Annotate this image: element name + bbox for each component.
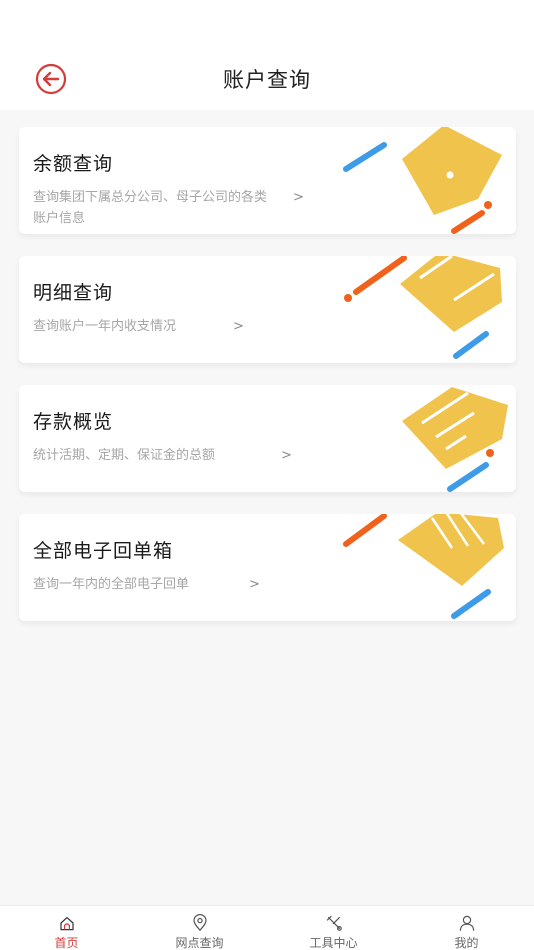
card-title: 全部电子回单箱 xyxy=(33,540,174,562)
user-icon xyxy=(459,915,474,931)
header: 账户查询 xyxy=(0,0,534,110)
tab-label: 网点查询 xyxy=(175,936,224,950)
tools-icon xyxy=(326,915,342,931)
card-list: 余额查询 查询集团下属总分公司、母子公司的各类账户信息 > 明细查询 查询账户一… xyxy=(0,110,534,905)
chevron-right-icon: > xyxy=(281,448,292,463)
tab-location[interactable]: 网点查询 xyxy=(133,906,266,950)
location-icon xyxy=(192,914,207,932)
chevron-right-icon: > xyxy=(293,190,304,205)
document-illustration-icon xyxy=(344,256,502,359)
chevron-right-icon: > xyxy=(249,577,260,592)
card-title: 余额查询 xyxy=(33,153,114,175)
bottom-tab-bar: 首页 网点查询 工具中心 我的 xyxy=(0,905,534,950)
receipt-box-illustration-icon xyxy=(343,514,504,619)
e-receipt-box-card[interactable]: 全部电子回单箱 查询一年内的全部电子回单 > xyxy=(19,514,516,621)
card-description: 查询集团下属总分公司、母子公司的各类账户信息 xyxy=(33,190,268,226)
card-description: 统计活期、定期、保证金的总额 xyxy=(33,448,216,463)
page-title: 账户查询 xyxy=(223,68,311,92)
tab-label: 首页 xyxy=(54,936,79,950)
card-title: 存款概览 xyxy=(33,411,114,433)
tab-home[interactable]: 首页 xyxy=(0,906,133,950)
deposit-overview-card[interactable]: 存款概览 统计活期、定期、保证金的总额 > xyxy=(19,385,516,492)
card-illustration-icon xyxy=(402,387,508,492)
tab-profile[interactable]: 我的 xyxy=(400,906,533,950)
tab-tools[interactable]: 工具中心 xyxy=(267,906,400,950)
detail-query-card[interactable]: 明细查询 查询账户一年内收支情况 > xyxy=(19,256,516,363)
balance-query-card[interactable]: 余额查询 查询集团下属总分公司、母子公司的各类账户信息 > xyxy=(19,127,516,234)
card-description: 查询一年内的全部电子回单 xyxy=(33,577,190,592)
tab-label: 我的 xyxy=(454,936,479,950)
card-title: 明细查询 xyxy=(33,282,114,304)
tab-label: 工具中心 xyxy=(309,936,358,950)
home-icon xyxy=(59,917,74,931)
wallet-illustration-icon xyxy=(343,127,502,234)
chevron-right-icon: > xyxy=(233,319,244,334)
